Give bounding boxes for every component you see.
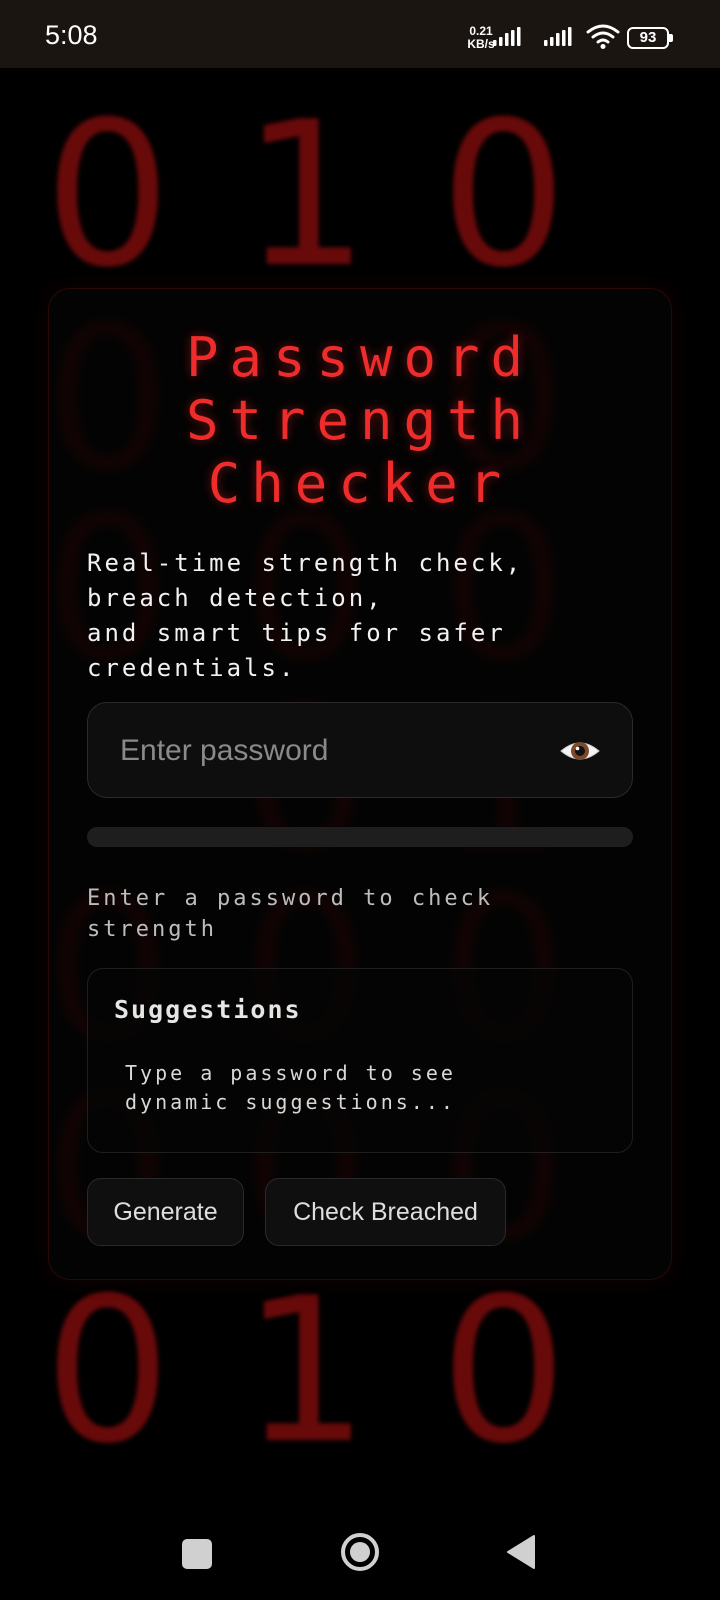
suggestions-text: Type a password to see dynamic suggestio…	[125, 1061, 456, 1114]
page-subtitle: Real-time strength check, breach detecti…	[87, 549, 524, 682]
battery-icon: 93	[627, 27, 673, 49]
strength-meter	[87, 827, 633, 847]
signal-icon	[493, 27, 521, 46]
suggestions-title: Suggestions	[114, 995, 302, 1024]
check-breached-button[interactable]: Check Breached	[265, 1178, 506, 1246]
navigation-bar	[0, 1500, 720, 1600]
status-bar: 5:08 0.21 KB/s 93	[0, 0, 720, 68]
background-digit: 1	[242, 79, 370, 312]
background-digit: 1	[242, 1255, 370, 1488]
signal-icon	[544, 27, 572, 46]
eye-icon[interactable]	[558, 729, 602, 773]
title-text: Password Strength Checker	[185, 326, 535, 515]
password-field[interactable]	[87, 702, 633, 799]
background-digit: 0	[44, 79, 172, 312]
suggestions-panel: Suggestions Type a password to see dynam…	[87, 968, 633, 1153]
strength-message: Enter a password to check strength	[87, 886, 494, 942]
status-time: 5:08	[45, 20, 98, 50]
home-icon[interactable]	[340, 1532, 380, 1572]
page-title: Password Strength Checker	[48, 326, 672, 515]
back-icon[interactable]	[506, 1534, 536, 1570]
generate-button[interactable]: Generate	[87, 1178, 244, 1246]
background-digit: 0	[44, 1255, 172, 1488]
background-digit: 0	[440, 79, 568, 312]
recents-icon[interactable]	[182, 1539, 212, 1569]
password-input[interactable]	[120, 703, 540, 799]
background-digit: 0	[440, 1255, 568, 1488]
wifi-icon	[586, 24, 620, 49]
battery-level: 93	[639, 29, 657, 46]
